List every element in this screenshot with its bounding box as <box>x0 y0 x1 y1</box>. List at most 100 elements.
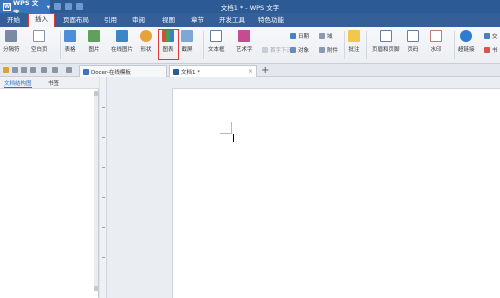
date-button[interactable]: 日期 <box>290 32 309 40</box>
online-picture-label: 在线图片 <box>111 47 134 53</box>
wordart-button[interactable]: 艺术字 <box>236 30 253 53</box>
calendar-icon <box>290 33 296 39</box>
tab-review[interactable]: 审阅 <box>132 13 145 27</box>
ruler-tick <box>102 167 105 168</box>
object-button[interactable]: 对象 <box>290 46 309 54</box>
tab-page-layout[interactable]: 页面布局 <box>63 13 89 27</box>
tab-developer[interactable]: 开发工具 <box>219 13 245 27</box>
tab-insert[interactable]: 插入 <box>28 13 55 27</box>
textbox-button[interactable]: 文本框 <box>208 30 225 53</box>
blank-page-icon <box>33 30 46 42</box>
menu-bar: 开始 插入 页面布局 引用 审阅 视图 章节 开发工具 特色功能 <box>0 13 500 27</box>
cross-reference-label: 交 <box>492 34 498 40</box>
picture-button[interactable]: 图片 <box>88 30 100 53</box>
header-footer-icon <box>379 30 392 42</box>
nav-tabs: 文档结构图 书签 <box>0 77 99 89</box>
tab-chapter[interactable]: 章节 <box>191 13 204 27</box>
print-icon[interactable] <box>21 67 27 73</box>
tab-docer-templates[interactable]: Docer-在线模板 <box>79 65 167 77</box>
document-tab-bar: Docer-在线模板 文档1 * × + <box>0 64 500 77</box>
chart-highlight-box <box>158 29 179 60</box>
undo-icon[interactable] <box>41 67 47 73</box>
cross-reference-button[interactable]: 交 <box>484 32 498 40</box>
bookmark-icon <box>484 47 490 53</box>
bookmark-button[interactable]: 书 <box>484 46 498 54</box>
close-icon[interactable]: × <box>248 68 253 75</box>
field-label: 域 <box>327 34 333 40</box>
window-title: 文档1 * - WPS 文字 <box>220 4 280 12</box>
redo-icon[interactable] <box>52 67 58 73</box>
navigation-pane: 文档结构图 书签 <box>0 77 99 298</box>
new-tab-button[interactable]: + <box>261 64 269 77</box>
cross-reference-icon <box>484 33 490 39</box>
field-button[interactable]: 域 <box>319 32 333 40</box>
ruler-tick <box>102 107 105 108</box>
document-page[interactable] <box>172 88 500 298</box>
watermark-button[interactable]: 水印 <box>430 30 442 53</box>
comment-icon <box>348 30 360 42</box>
tab-bookmarks[interactable]: 书签 <box>48 79 59 87</box>
shapes-label: 形状 <box>140 47 152 53</box>
docer-tab-label: Docer-在线模板 <box>91 69 131 76</box>
shapes-icon <box>140 30 152 42</box>
table-icon <box>64 30 76 42</box>
ribbon-divider <box>454 31 455 59</box>
vertical-ruler <box>100 77 107 298</box>
page-break-label: 分隔符 <box>3 47 20 53</box>
ruler-tick <box>102 227 105 228</box>
object-label: 对象 <box>298 48 310 54</box>
online-picture-icon <box>116 30 128 42</box>
tab-special-features[interactable]: 特色功能 <box>258 13 284 27</box>
ruler-tick <box>102 257 105 258</box>
textbox-icon <box>210 30 223 42</box>
tab-document-map[interactable]: 文档结构图 <box>4 79 32 88</box>
bookmark-label: 书 <box>492 48 498 54</box>
docer-icon <box>83 68 89 75</box>
tab-document1[interactable]: 文档1 * × <box>169 65 257 77</box>
page-number-button[interactable]: 页码 <box>407 30 419 53</box>
hyperlink-button[interactable]: 超链接 <box>458 30 475 53</box>
page-break-button[interactable]: 分隔符 <box>3 30 20 53</box>
online-picture-button[interactable]: 在线图片 <box>111 30 133 53</box>
attachment-label: 附件 <box>327 48 339 54</box>
ribbon-divider <box>60 31 61 59</box>
ribbon-divider <box>366 31 367 59</box>
picture-icon <box>88 30 100 42</box>
header-footer-label: 页眉和页脚 <box>372 47 400 53</box>
nav-scrollbar[interactable] <box>94 91 98 291</box>
shapes-button[interactable]: 形状 <box>140 30 152 53</box>
textbox-label: 文本框 <box>208 47 225 53</box>
title-bar: W WPS 文字 ▾ 文档1 * - WPS 文字 <box>0 0 500 17</box>
text-cursor <box>233 134 234 142</box>
watermark-icon <box>430 30 442 42</box>
attachment-button[interactable]: 附件 <box>319 46 338 54</box>
table-button[interactable]: 表格 <box>64 30 76 53</box>
page-break-icon <box>5 30 18 42</box>
wordart-label: 艺术字 <box>236 47 253 53</box>
tab-view[interactable]: 视图 <box>162 13 175 27</box>
folder-icon[interactable] <box>3 67 9 73</box>
blank-page-button[interactable]: 空白页 <box>31 30 48 53</box>
header-footer-button[interactable]: 页眉和页脚 <box>372 30 400 53</box>
tab-references[interactable]: 引用 <box>104 13 117 27</box>
page-number-icon <box>407 30 419 42</box>
page-number-label: 页码 <box>407 47 419 53</box>
paperclip-icon <box>319 47 325 53</box>
hyperlink-label: 超链接 <box>458 47 475 53</box>
drop-cap-icon <box>262 47 268 53</box>
dropdown-icon[interactable] <box>66 67 72 73</box>
screenshot-button[interactable]: 截屏 <box>181 30 193 53</box>
drop-cap-button[interactable]: 首字下沉 <box>262 46 292 54</box>
scroll-down-icon[interactable] <box>94 286 98 291</box>
table-label: 表格 <box>64 47 76 53</box>
ruler-tick <box>102 197 105 198</box>
tab-home[interactable]: 开始 <box>7 13 20 27</box>
screenshot-label: 截屏 <box>181 47 193 53</box>
globe-icon <box>460 30 473 42</box>
preview-icon[interactable] <box>30 67 36 73</box>
picture-label: 图片 <box>88 47 100 53</box>
scroll-up-icon[interactable] <box>94 91 98 96</box>
comment-button[interactable]: 批注 <box>348 30 360 53</box>
screenshot-icon <box>181 30 193 42</box>
save-icon[interactable] <box>12 67 18 73</box>
